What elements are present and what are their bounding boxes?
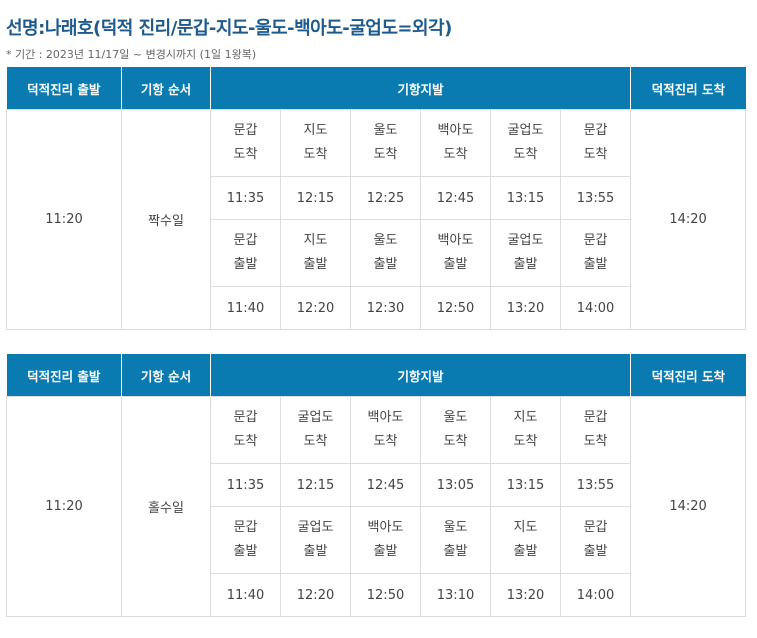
port-cell: 굴업도 출발: [490, 219, 561, 287]
depart-time: 11:20: [6, 109, 122, 330]
port-cell: 백아도 출발: [350, 506, 421, 574]
port-cell: 굴업도 도착: [490, 109, 561, 177]
port-cell: 문갑 도착: [559, 109, 632, 177]
time-cell: 13:55: [559, 463, 632, 507]
time-cell: 12:30: [350, 286, 421, 330]
header-ports: 기항지발: [210, 67, 632, 110]
port-cell: 지도 도착: [490, 396, 561, 464]
header-ports: 기항지발: [210, 354, 632, 397]
arrive-time: 14:20: [630, 109, 747, 330]
time-cell: 14:00: [559, 286, 632, 330]
header-order: 기항 순서: [121, 354, 211, 397]
port-cell: 지도 도착: [280, 109, 351, 177]
schedule-period-note: * 기간 : 2023년 11/17일 ~ 변경시까지 (1일 1왕복): [6, 48, 257, 61]
port-cell: 울도 출발: [350, 219, 421, 287]
time-cell: 12:50: [350, 573, 421, 617]
header-order: 기항 순서: [121, 67, 211, 110]
time-cell: 12:45: [420, 176, 491, 220]
time-cell: 12:20: [280, 573, 351, 617]
time-cell: 12:15: [280, 463, 351, 507]
header-depart: 덕적진리 출발: [6, 354, 122, 397]
header-depart: 덕적진리 출발: [6, 67, 122, 110]
time-cell: 12:50: [420, 286, 491, 330]
port-cell: 문갑 출발: [559, 219, 632, 287]
time-cell: 12:45: [350, 463, 421, 507]
time-cell: 13:05: [420, 463, 491, 507]
time-cell: 11:35: [210, 176, 281, 220]
time-cell: 11:35: [210, 463, 281, 507]
port-cell: 지도 출발: [490, 506, 561, 574]
time-cell: 13:10: [420, 573, 491, 617]
port-cell: 굴업도 출발: [280, 506, 351, 574]
time-cell: 14:00: [559, 573, 632, 617]
port-cell: 굴업도 도착: [280, 396, 351, 464]
port-cell: 울도 출발: [420, 506, 491, 574]
time-cell: 11:40: [210, 573, 281, 617]
port-cell: 백아도 출발: [420, 219, 491, 287]
time-cell: 11:40: [210, 286, 281, 330]
port-cell: 백아도 도착: [350, 396, 421, 464]
port-cell: 문갑 도착: [210, 109, 281, 177]
arrive-time: 14:20: [630, 396, 747, 617]
order-label: 짝수일: [121, 109, 211, 330]
page-title: 선명:나래호(덕적 진리/문갑-지도-울도-백아도-굴업도=외각): [6, 18, 452, 39]
port-cell: 울도 도착: [350, 109, 421, 177]
port-cell: 문갑 출발: [559, 506, 632, 574]
port-cell: 문갑 출발: [210, 219, 281, 287]
port-cell: 문갑 도착: [559, 396, 632, 464]
schedule-table-even-days: 덕적진리 출발 기항 순서 기항지발 덕적진리 도착 11:20 짝수일 문갑 도…: [6, 67, 747, 330]
time-cell: 13:15: [490, 176, 561, 220]
time-cell: 13:20: [490, 286, 561, 330]
header-arrive: 덕적진리 도착: [630, 354, 746, 397]
time-cell: 13:15: [490, 463, 561, 507]
header-arrive: 덕적진리 도착: [630, 67, 746, 110]
order-label: 홀수일: [121, 396, 211, 617]
port-cell: 울도 도착: [420, 396, 491, 464]
time-cell: 12:15: [280, 176, 351, 220]
port-cell: 문갑 도착: [210, 396, 281, 464]
schedule-table-odd-days: 덕적진리 출발 기항 순서 기항지발 덕적진리 도착 11:20 홀수일 문갑 도…: [6, 354, 747, 617]
port-cell: 지도 출발: [280, 219, 351, 287]
time-cell: 12:25: [350, 176, 421, 220]
time-cell: 13:20: [490, 573, 561, 617]
depart-time: 11:20: [6, 396, 122, 617]
time-cell: 13:55: [559, 176, 632, 220]
port-cell: 문갑 출발: [210, 506, 281, 574]
port-cell: 백아도 도착: [420, 109, 491, 177]
time-cell: 12:20: [280, 286, 351, 330]
